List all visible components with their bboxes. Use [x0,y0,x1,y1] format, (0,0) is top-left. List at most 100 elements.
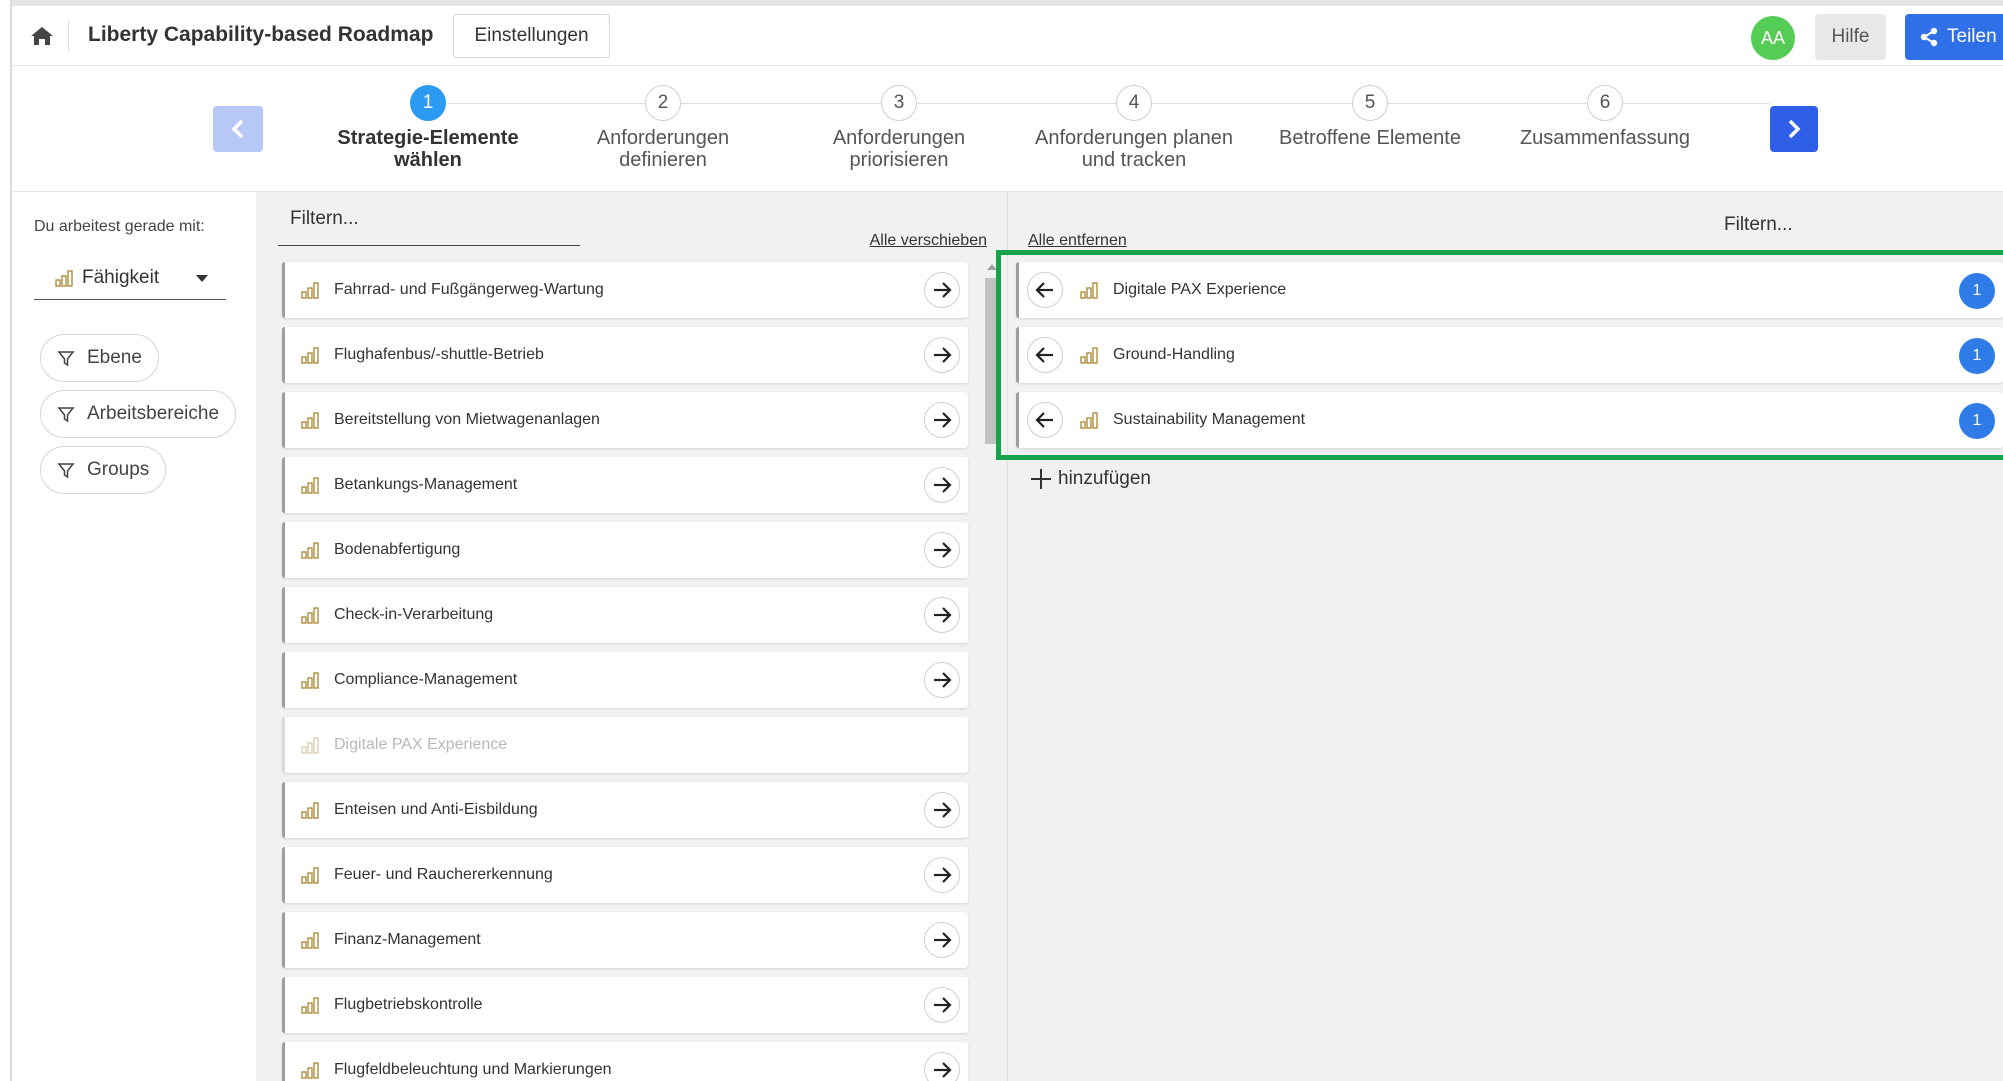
step-1-label: Strategie-Elemente wählen [337,127,519,171]
selected-item[interactable]: Ground-Handling 1 [1016,327,2003,383]
filter-icon [57,407,75,423]
arrow-right-icon [934,282,952,298]
arrow-right-icon [934,672,952,688]
capability-icon [301,802,319,819]
available-item-label: Digitale PAX Experience [334,736,508,753]
window-left-border [0,0,12,1081]
capability-icon [301,477,319,494]
step-3[interactable]: 3 Anforderungen priorisieren [789,85,1009,171]
user-avatar[interactable]: AA [1751,16,1795,60]
selected-filter-input[interactable]: Filtern... [1724,214,1793,236]
capability-icon [301,672,319,689]
home-icon[interactable] [28,22,56,50]
move-right-button[interactable] [924,662,960,698]
step-6[interactable]: 6 Zusammenfassung [1495,85,1715,149]
arrow-right-icon [934,347,952,363]
capability-icon [1080,412,1098,429]
arrow-right-icon [934,802,952,818]
available-item[interactable]: Flugfeldbeleuchtung und Markierungen [282,1042,968,1081]
available-item[interactable]: Compliance-Management [282,652,968,708]
share-label: Teilen [1947,26,1997,47]
move-right-button[interactable] [924,597,960,633]
available-item-label: Flughafenbus/-shuttle-Betrieb [334,346,544,363]
available-item-label: Bodenabfertigung [334,541,461,558]
available-item[interactable]: Bereitstellung von Mietwagenanlagen [282,392,968,448]
available-item-label: Fahrrad- und Fußgängerweg-Wartung [334,281,604,298]
arrow-right-icon [934,867,952,883]
filter-ebene-button[interactable]: Ebene [40,334,159,382]
move-right-button[interactable] [924,272,960,308]
arrow-right-icon [934,542,952,558]
step-3-number: 3 [881,85,917,121]
app-title: Liberty Capability-based Roadmap [88,23,434,46]
available-filter-input[interactable]: Filtern... [278,204,580,246]
capability-icon [301,737,319,754]
help-button[interactable]: Hilfe [1815,14,1886,60]
available-item[interactable]: Finanz-Management [282,912,968,968]
arrow-right-icon [934,1062,952,1078]
move-right-button[interactable] [924,987,960,1023]
filter-icon [57,351,75,367]
available-item[interactable]: Bodenabfertigung [282,522,968,578]
arrow-right-icon [934,932,952,948]
app-header: Liberty Capability-based Roadmap Einstel… [12,6,2003,66]
step-2[interactable]: 2 Anforderungen definieren [553,85,773,171]
move-right-button[interactable] [924,467,960,503]
previous-step-button[interactable] [213,106,263,152]
settings-button[interactable]: Einstellungen [453,14,610,58]
move-all-link[interactable]: Alle verschieben [870,232,987,250]
capability-icon [1080,347,1098,364]
chevron-down-icon [196,275,208,282]
available-item[interactable]: Feuer- und Rauchererkennung [282,847,968,903]
step-4-label: Anforderungen planen und tracken [1035,127,1233,171]
capability-icon [301,607,319,624]
filter-groups-button[interactable]: Groups [40,446,167,494]
element-type-select[interactable]: Fähigkeit [34,256,226,300]
available-item[interactable]: Flughafenbus/-shuttle-Betrieb [282,327,968,383]
move-right-button[interactable] [924,337,960,373]
move-left-button[interactable] [1027,402,1063,438]
available-item-label: Feuer- und Rauchererkennung [334,866,553,883]
move-right-button[interactable] [924,532,960,568]
selected-item-label: Sustainability Management [1113,411,1306,428]
filter-arbeitsbereiche-button[interactable]: Arbeitsbereiche [40,390,237,438]
available-item: Digitale PAX Experience [282,717,968,773]
available-item-label: Enteisen und Anti-Eisbildung [334,801,538,818]
filter-ebene-label: Ebene [87,347,142,368]
step-1[interactable]: 1 Strategie-Elemente wählen [318,85,538,171]
move-left-button[interactable] [1027,272,1063,308]
capability-icon [301,1062,319,1079]
working-with-label: Du arbeitest gerade mit: [34,218,205,235]
capability-icon [55,269,73,287]
available-item[interactable]: Betankungs-Management [282,457,968,513]
remove-all-link[interactable]: Alle entfernen [1028,232,1127,250]
available-item[interactable]: Enteisen und Anti-Eisbildung [282,782,968,838]
count-badge: 1 [1959,338,1995,374]
selected-item[interactable]: Sustainability Management 1 [1016,392,2003,448]
move-right-button[interactable] [924,857,960,893]
move-right-button[interactable] [924,792,960,828]
add-element-button[interactable]: hinzufügen [1030,468,1151,490]
step-5[interactable]: 5 Betroffene Elemente [1260,85,1480,149]
step-6-number: 6 [1587,85,1623,121]
available-item[interactable]: Fahrrad- und Fußgängerweg-Wartung [282,262,968,318]
move-right-button[interactable] [924,1052,960,1081]
next-step-button[interactable] [1770,106,1818,152]
capability-icon [301,282,319,299]
capability-icon [301,932,319,949]
chevron-right-icon [1788,119,1801,139]
step-4[interactable]: 4 Anforderungen planen und tracken [1024,85,1244,171]
move-right-button[interactable] [924,922,960,958]
capability-icon [301,412,319,429]
available-item[interactable]: Flugbetriebskontrolle [282,977,968,1033]
move-left-button[interactable] [1027,337,1063,373]
available-item[interactable]: Check-in-Verarbeitung [282,587,968,643]
selected-item[interactable]: Digitale PAX Experience 1 [1016,262,2003,318]
share-button[interactable]: Teilen [1905,14,2003,60]
element-type-value: Fähigkeit [82,266,160,288]
step-4-number: 4 [1116,85,1152,121]
move-right-button[interactable] [924,402,960,438]
step-6-label: Zusammenfassung [1519,127,1691,149]
wizard-stepper: 1 Strategie-Elemente wählen 2 Anforderun… [12,67,2003,192]
count-badge: 1 [1959,273,1995,309]
